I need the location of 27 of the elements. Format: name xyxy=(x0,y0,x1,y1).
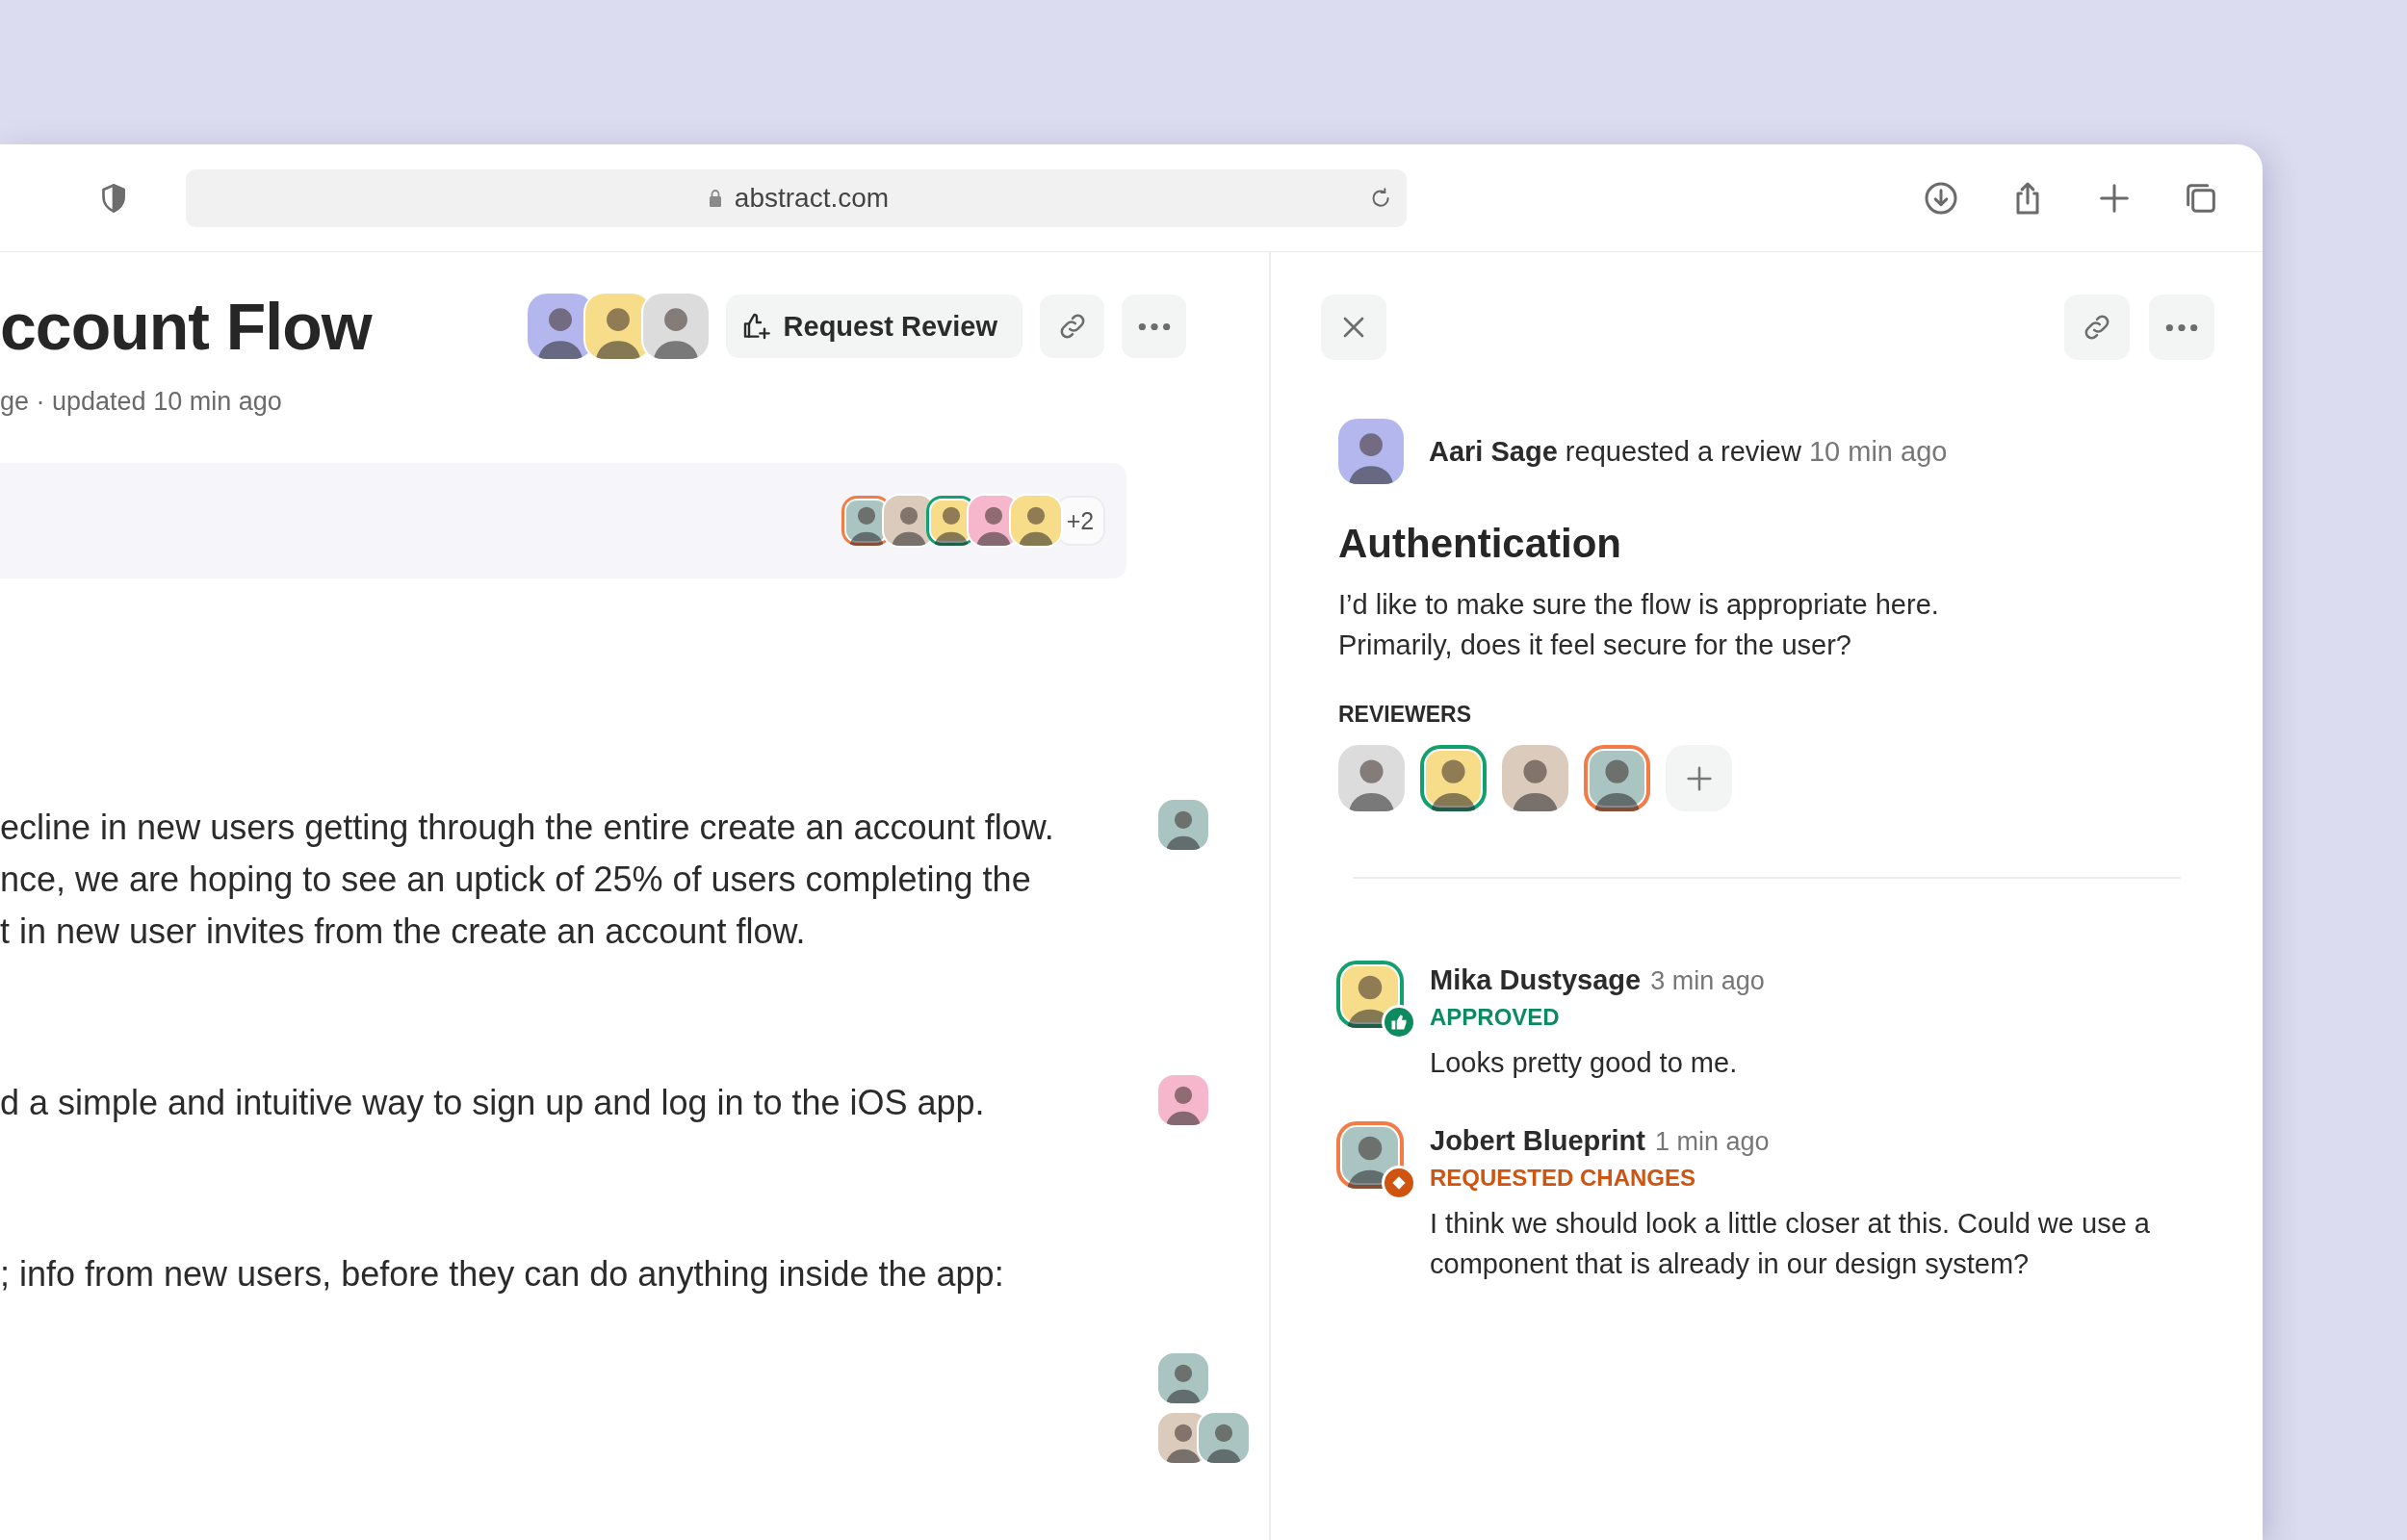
more-button[interactable] xyxy=(2149,295,2214,360)
more-icon xyxy=(2165,322,2198,332)
copy-link-button[interactable] xyxy=(2064,295,2130,360)
comment-text: I think we should look a little closer at this. Could we use a component that is already in our design system? xyxy=(1430,1207,2151,1281)
more-button[interactable] xyxy=(1122,295,1186,358)
document-meta: ge · updated 10 min ago xyxy=(0,387,283,417)
comment-time: 3 min ago xyxy=(1650,965,1765,997)
review-status: REQUESTED CHANGES xyxy=(1430,1164,1697,1193)
comment-time: 1 min ago xyxy=(1654,1126,1770,1158)
more-icon xyxy=(1137,321,1171,331)
address-bar[interactable]: abstract.com xyxy=(186,168,1407,227)
request-review-button[interactable]: Request Review xyxy=(725,295,1022,358)
close-button[interactable] xyxy=(1321,295,1386,360)
paragraph: ecline in new users getting through the entire create an account flow. nce, we are hoping to see an uptick of 25% of users completing the t in new user invites from the create an account flow. xyxy=(0,807,1055,953)
review-description: I’d like to make sure the flow is appropriate here. Primarily, does it feel secure for the user? xyxy=(1338,588,1940,662)
copy-link-button[interactable] xyxy=(1040,295,1104,358)
review-status: APPROVED xyxy=(1430,1003,1561,1032)
reviewers-label: REVIEWERS xyxy=(1338,702,1473,728)
paragraph: ; info from new users, before they can do anything inside the app: xyxy=(0,1253,1005,1296)
url-text: abstract.com xyxy=(734,182,890,214)
comment-text: Looks pretty good to me. xyxy=(1430,1046,1739,1080)
review-title: Authentication xyxy=(1338,521,1622,567)
paragraph: d a simple and intuitive way to sign up and log in to the iOS app. xyxy=(0,1082,986,1124)
document-title: ccount Flow xyxy=(0,289,372,364)
review-request-line: Aari Sage requested a review 10 min ago xyxy=(1429,435,1948,468)
commenter-name: Jobert Blueprint xyxy=(1430,1124,1645,1158)
commenter-name: Mika Dustysage xyxy=(1430,963,1642,997)
